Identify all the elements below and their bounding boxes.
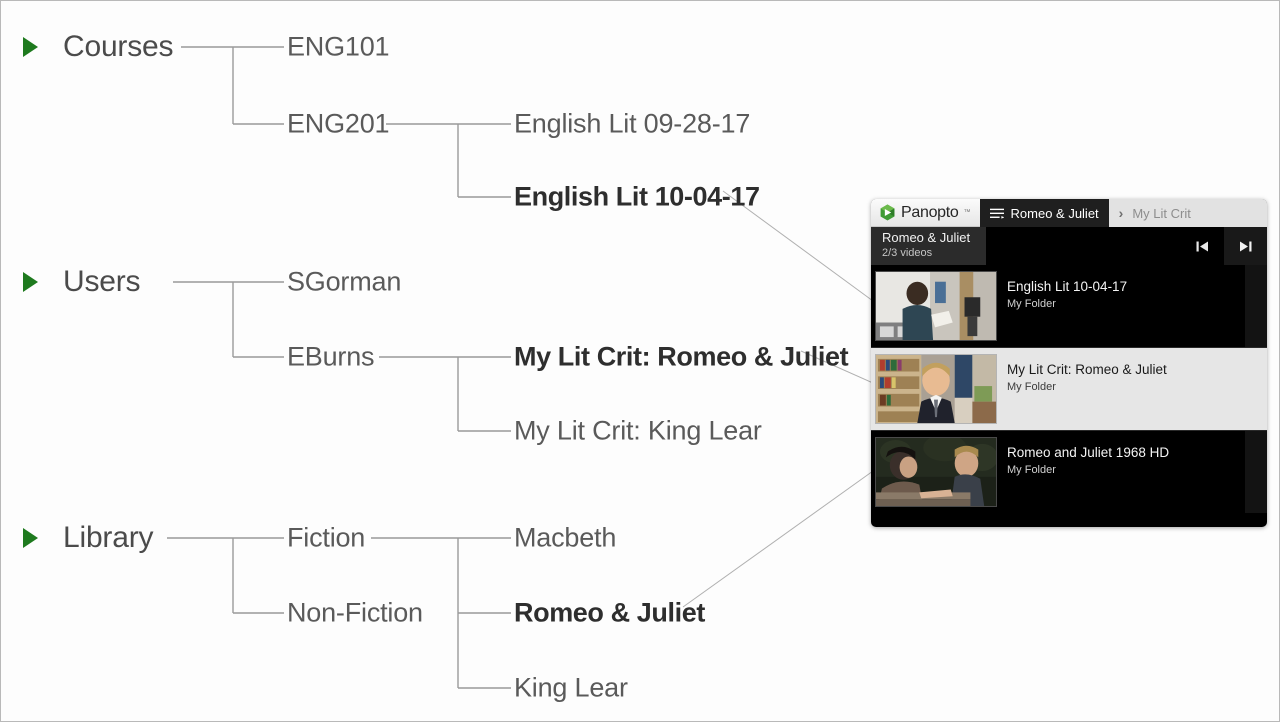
- video-folder: My Folder: [1007, 464, 1056, 476]
- expand-arrow-library[interactable]: [23, 528, 38, 548]
- video-list-item[interactable]: English Lit 10-04-17 My Folder: [871, 265, 1267, 347]
- row-side-strip: [1245, 265, 1267, 347]
- panopto-player-panel: Panopto ™ Romeo & Juliet › My Lit Crit R…: [871, 199, 1267, 527]
- video-meta: English Lit 10-04-17 My Folder: [997, 271, 1127, 312]
- tree-node-sgorman[interactable]: SGorman: [287, 268, 401, 296]
- panopto-trademark: ™: [963, 209, 971, 216]
- video-list-item[interactable]: Romeo and Juliet 1968 HD My Folder: [871, 431, 1267, 513]
- panopto-top-bar: Panopto ™ Romeo & Juliet › My Lit Crit: [871, 199, 1267, 227]
- panopto-playlist-info: Romeo & Juliet 2/3 videos: [871, 227, 986, 265]
- expand-arrow-courses[interactable]: [23, 37, 38, 57]
- thumbnail-balcony-scene: [876, 438, 996, 506]
- next-video-button[interactable]: [1224, 227, 1267, 265]
- previous-video-button[interactable]: [1181, 227, 1224, 265]
- chevron-right-icon: ›: [1118, 205, 1124, 221]
- row-side-strip: [1245, 431, 1267, 513]
- tree-node-macbeth[interactable]: Macbeth: [514, 524, 616, 552]
- breadcrumb-parent-label: My Lit Crit: [1132, 205, 1191, 221]
- tree-node-library[interactable]: Library: [63, 523, 154, 553]
- video-thumbnail[interactable]: [875, 354, 997, 424]
- video-thumbnail[interactable]: [875, 271, 997, 341]
- tree-node-eng201[interactable]: ENG201: [287, 110, 390, 138]
- tree-node-non-fiction[interactable]: Non-Fiction: [287, 599, 423, 627]
- panopto-logo-text: Panopto: [901, 203, 959, 221]
- breadcrumb-active-folder[interactable]: Romeo & Juliet: [979, 199, 1109, 227]
- thumbnail-classroom-lecture: [876, 272, 996, 340]
- video-folder: My Folder: [1007, 298, 1056, 310]
- panopto-video-list[interactable]: English Lit 10-04-17 My Folder My Lit Cr…: [871, 265, 1267, 513]
- panopto-playlist-header: Romeo & Juliet 2/3 videos: [871, 227, 1267, 265]
- playlist-nav-controls: [1181, 227, 1267, 265]
- tree-node-english-lit-09-28-17[interactable]: English Lit 09-28-17: [514, 110, 750, 138]
- breadcrumb-active-label: Romeo & Juliet: [1010, 205, 1099, 221]
- video-title: English Lit 10-04-17: [1007, 279, 1128, 294]
- diagram-canvas: Courses Users Library ENG101 ENG201 Engl…: [0, 0, 1280, 722]
- tree-node-courses[interactable]: Courses: [63, 32, 174, 62]
- skip-previous-icon: [1196, 241, 1208, 251]
- playlist-video-count: 2/3 videos: [882, 247, 933, 259]
- row-side-strip: [1245, 348, 1267, 430]
- tree-node-fiction[interactable]: Fiction: [287, 524, 365, 552]
- thumbnail-student-bookshelf: [876, 355, 996, 423]
- video-thumbnail[interactable]: [875, 437, 997, 507]
- video-title: My Lit Crit: Romeo & Juliet: [1007, 362, 1167, 377]
- tree-node-my-lit-crit-romeo-and-juliet[interactable]: My Lit Crit: Romeo & Juliet: [514, 343, 849, 371]
- video-list-item[interactable]: My Lit Crit: Romeo & Juliet My Folder: [871, 348, 1267, 430]
- video-meta: Romeo and Juliet 1968 HD My Folder: [997, 437, 1169, 478]
- tree-node-king-lear[interactable]: King Lear: [514, 674, 628, 702]
- tree-node-romeo-and-juliet[interactable]: Romeo & Juliet: [514, 599, 705, 627]
- panopto-logo[interactable]: Panopto ™: [871, 199, 980, 227]
- playlist-title: Romeo & Juliet: [882, 230, 971, 245]
- video-meta: My Lit Crit: Romeo & Juliet My Folder: [997, 354, 1167, 395]
- panopto-hexagon-icon: [880, 204, 895, 221]
- skip-next-icon: [1240, 241, 1252, 251]
- tree-node-eng101[interactable]: ENG101: [287, 33, 390, 61]
- tree-node-my-lit-crit-king-lear[interactable]: My Lit Crit: King Lear: [514, 417, 762, 445]
- tree-node-eburns[interactable]: EBurns: [287, 343, 375, 371]
- tree-node-english-lit-10-04-17[interactable]: English Lit 10-04-17: [514, 183, 760, 211]
- video-folder: My Folder: [1007, 381, 1056, 393]
- tree-node-users[interactable]: Users: [63, 267, 141, 297]
- expand-arrow-users[interactable]: [23, 272, 38, 292]
- playlist-menu-icon: [989, 208, 1004, 219]
- video-title: Romeo and Juliet 1968 HD: [1007, 445, 1170, 460]
- breadcrumb-parent-folder[interactable]: › My Lit Crit: [1108, 199, 1267, 227]
